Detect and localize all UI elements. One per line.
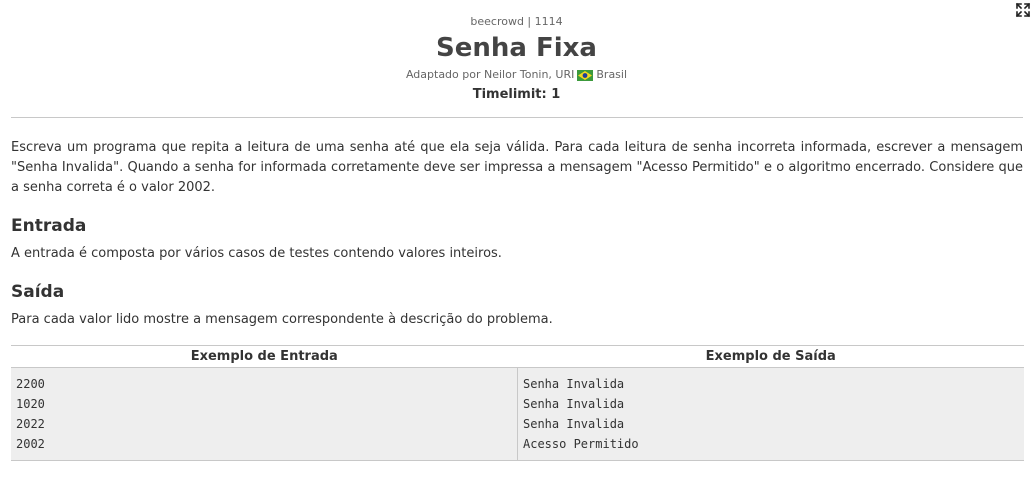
page-title: Senha Fixa xyxy=(436,33,597,63)
input-line: 2200 xyxy=(16,377,45,391)
input-line: 2002 xyxy=(16,437,45,451)
output-line: Senha Invalida xyxy=(523,377,625,391)
input-example-cell[interactable]: 2200 1020 2022 2002 xyxy=(11,367,518,461)
output-description: Para cada valor lido mostre a mensagem c… xyxy=(11,312,553,327)
timelimit: Timelimit: 1 xyxy=(472,87,561,102)
input-example-header: Exemplo de Entrada xyxy=(11,345,518,368)
problem-description: Escreva um programa que repita a leitura… xyxy=(11,140,1023,195)
output-example-header: Exemplo de Saída xyxy=(517,345,1024,368)
input-line: 2022 xyxy=(16,417,45,431)
author-text: Adaptado por Neilor Tonin, URI xyxy=(405,68,575,81)
output-heading: Saída xyxy=(11,282,65,302)
expand-icon[interactable] xyxy=(1015,2,1031,18)
examples-table: Exemplo de Entrada Exemplo de Saída 2200… xyxy=(11,345,1024,461)
breadcrumb: beecrowd | 1114 xyxy=(470,15,563,28)
output-line: Senha Invalida xyxy=(523,397,625,411)
output-example-cell[interactable]: Senha Invalida Senha Invalida Senha Inva… xyxy=(517,367,1024,461)
output-line: Senha Invalida xyxy=(523,417,625,431)
brazil-flag-icon xyxy=(577,69,594,81)
problem-header: beecrowd | 1114 Senha Fixa Adaptado por … xyxy=(0,0,1033,103)
country-text: Brasil xyxy=(596,68,628,81)
divider xyxy=(11,117,1023,118)
problem-content: Escreva um programa que repita a leitura… xyxy=(0,138,1033,461)
output-line: Acesso Permitido xyxy=(523,437,639,451)
input-heading: Entrada xyxy=(11,216,87,236)
author-line: Adaptado por Neilor Tonin, URI Brasil xyxy=(0,68,1033,82)
input-line: 1020 xyxy=(16,397,45,411)
input-description: A entrada é composta por vários casos de… xyxy=(11,246,502,261)
